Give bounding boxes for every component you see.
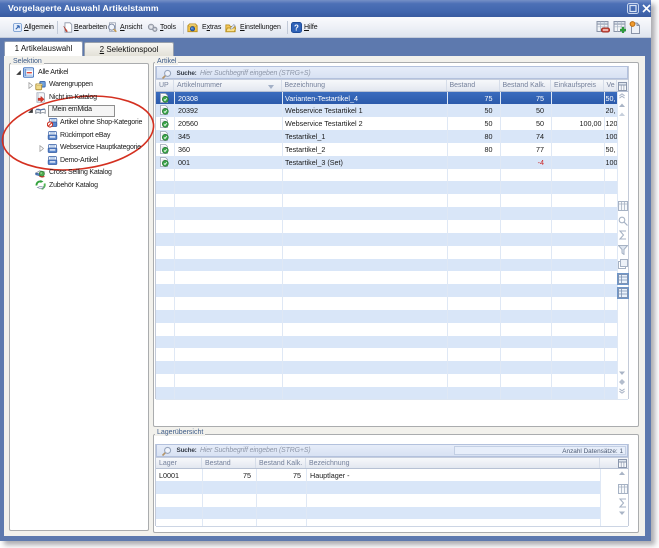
svg-text:?: ?: [294, 23, 299, 32]
